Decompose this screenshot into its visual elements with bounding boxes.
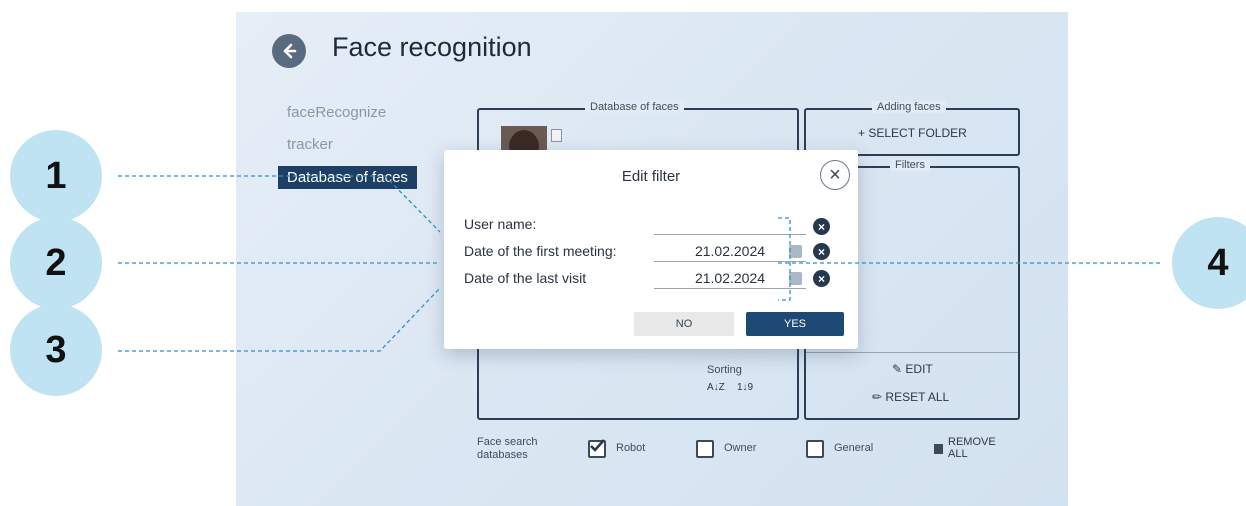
owner-label: Owner [724,442,757,454]
last-visit-date-input[interactable] [654,268,806,289]
general-label: General [834,442,874,454]
sidebar-item-facerecognize[interactable]: faceRecognize [287,104,386,121]
annotation-bubble-1: 1 [10,130,102,222]
arrow-left-icon [283,43,297,59]
select-folder-button[interactable]: + SELECT FOLDER [858,126,967,140]
sidebar-item-tracker[interactable]: tracker [287,136,333,153]
divider [806,352,1018,353]
checkmark-icon [590,439,605,452]
filters-legend: Filters [890,159,930,171]
annotation-bubble-2: 2 [10,217,102,309]
sorting-label: Sorting [707,364,742,376]
close-icon: × [829,163,841,186]
page-title: Face recognition [332,32,532,62]
annotation-bubble-4: 4 [1172,217,1246,309]
sort-numeric-icon[interactable]: 1↓9 [737,382,753,393]
owner-checkbox[interactable] [696,440,714,458]
clear-icon[interactable]: × [813,270,830,287]
adding-faces-legend: Adding faces [872,101,946,113]
edit-button[interactable]: ✎ EDIT [892,362,933,376]
face-search-databases-label: Face search databases [477,436,538,461]
general-checkbox[interactable] [806,440,824,458]
yes-button[interactable]: YES [746,312,844,336]
back-button[interactable] [272,34,306,68]
clear-icon[interactable]: × [813,218,830,235]
user-name-input[interactable] [654,214,806,235]
robot-label: Robot [616,442,646,454]
eraser-icon: ✏ [872,390,883,404]
reset-all-label: RESET ALL [885,390,950,404]
first-meeting-label: Date of the first meeting: [464,243,617,259]
trash-icon[interactable] [551,129,562,142]
edit-label: EDIT [905,362,933,376]
sidebar-item-database-of-faces[interactable]: Database of faces [278,166,417,189]
remove-all-button[interactable]: REMOVE ALL [948,436,996,460]
no-button[interactable]: NO [634,312,734,336]
adding-faces-panel: Adding faces + SELECT FOLDER [804,101,1020,156]
reset-all-button[interactable]: ✏ RESET ALL [872,390,949,404]
user-name-label: User name: [464,216,537,232]
last-visit-label: Date of the last visit [464,270,587,286]
calendar-dropdown-icon[interactable] [789,245,802,258]
trash-icon[interactable] [934,444,943,454]
pencil-icon: ✎ [892,362,903,376]
database-panel-legend: Database of faces [585,101,684,113]
clear-icon[interactable]: × [813,243,830,260]
sort-alpha-icon[interactable]: A↓Z [707,382,725,393]
annotation-bubble-3: 3 [10,304,102,396]
calendar-dropdown-icon[interactable] [789,272,802,285]
edit-filter-dialog: Edit filter × User name: × Date of the f… [444,150,858,349]
first-meeting-date-input[interactable] [654,241,806,262]
robot-checkbox[interactable] [588,439,606,458]
dialog-title: Edit filter [621,168,681,185]
close-button[interactable]: × [820,160,850,190]
